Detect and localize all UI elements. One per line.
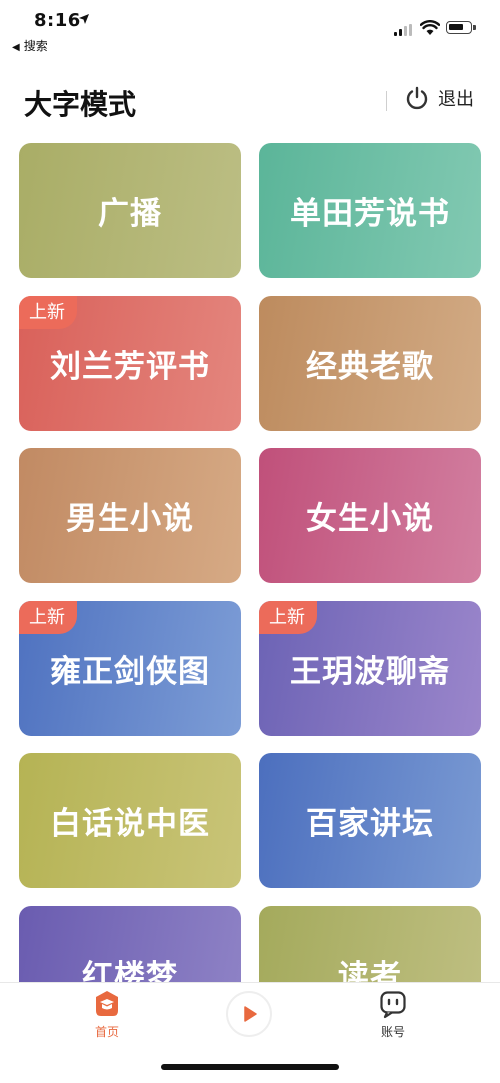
category-tile[interactable]: 广播 [19, 143, 241, 278]
page-header: 大字模式 退出 [0, 75, 500, 127]
tile-label: 读者 [338, 959, 402, 983]
tile-label: 单田芳说书 [290, 196, 450, 232]
category-tile[interactable]: 女生小说 [259, 448, 481, 583]
back-to-app-link[interactable]: ◀ 搜索 [12, 37, 48, 54]
tile-label: 经典老歌 [306, 349, 434, 385]
tile-label: 雍正剑侠图 [50, 654, 210, 690]
category-tile[interactable]: 上新王玥波聊斋 [259, 601, 481, 736]
status-bar: 8:16 ◀ 搜索 [0, 0, 500, 58]
back-app-label: 搜索 [23, 39, 48, 53]
status-time: 8:16 [34, 10, 81, 31]
category-tile[interactable]: 百家讲坛 [259, 753, 481, 888]
category-tile[interactable]: 白话说中医 [19, 753, 241, 888]
tab-home[interactable]: 首页 [67, 989, 147, 1040]
new-badge: 上新 [259, 601, 317, 634]
new-badge: 上新 [19, 296, 77, 329]
power-icon [406, 86, 428, 110]
cellular-signal-icon [394, 24, 412, 36]
exit-label: 退出 [438, 89, 474, 110]
tile-label: 刘兰芳评书 [50, 349, 210, 385]
category-tile[interactable]: 红楼梦 [19, 906, 241, 983]
chat-face-icon [380, 991, 406, 1019]
location-arrow-icon [79, 14, 89, 24]
tile-label: 百家讲坛 [306, 806, 434, 842]
tile-label: 白话说中医 [50, 806, 210, 842]
tile-label: 广播 [98, 196, 162, 232]
tab-home-label: 首页 [94, 1025, 119, 1039]
back-triangle-icon: ◀ [12, 42, 20, 53]
tile-label: 男生小说 [66, 501, 194, 537]
tile-label: 女生小说 [306, 501, 434, 537]
category-tile[interactable]: 男生小说 [19, 448, 241, 583]
category-tile[interactable]: 经典老歌 [259, 296, 481, 431]
new-badge: 上新 [19, 601, 77, 634]
category-tile[interactable]: 上新刘兰芳评书 [19, 296, 241, 431]
home-cap-icon [96, 991, 118, 1016]
battery-icon [446, 21, 476, 34]
category-tile[interactable]: 读者 [259, 906, 481, 983]
tab-account[interactable]: 账号 [353, 989, 433, 1040]
exit-button[interactable]: 退出 [404, 85, 474, 111]
category-tile[interactable]: 单田芳说书 [259, 143, 481, 278]
category-grid: 广播 单田芳说书 上新 刘兰芳评书 经典老歌 男生小说 女生小说 上新 雍正剑侠图 上新 王玥波聊斋… [19, 143, 481, 983]
tab-account-label: 账号 [380, 1025, 405, 1039]
tile-label: 红楼梦 [82, 959, 178, 983]
home-indicator [161, 1064, 339, 1070]
wifi-icon [420, 20, 440, 35]
tile-label: 王玥波聊斋 [290, 654, 450, 690]
play-icon [244, 1006, 257, 1022]
play-button[interactable] [226, 991, 272, 1037]
header-divider [386, 91, 387, 111]
category-tile[interactable]: 上新雍正剑侠图 [19, 601, 241, 736]
page-title: 大字模式 [24, 88, 137, 121]
